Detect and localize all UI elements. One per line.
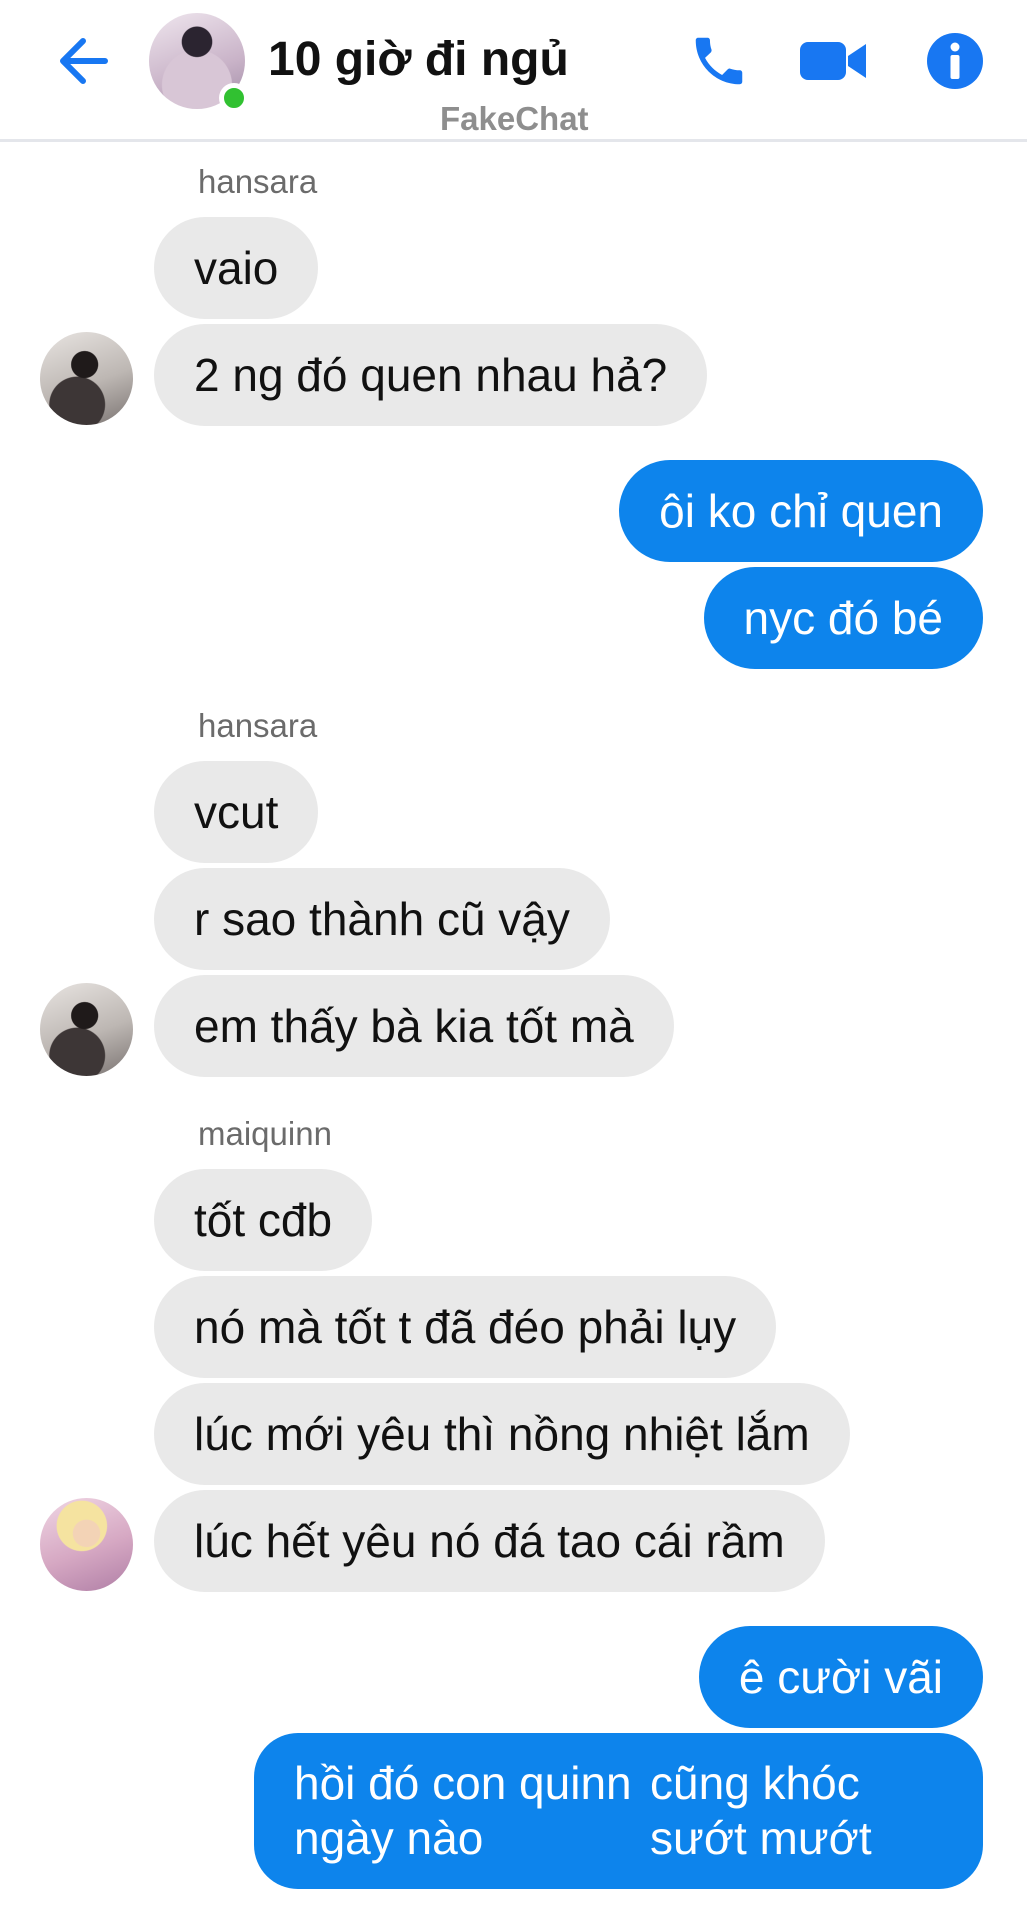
outgoing-message[interactable]: ê cười vãi — [698, 1626, 983, 1728]
sender-name: hansara — [198, 163, 318, 200]
outgoing-message[interactable]: hồi đó con quinn ngày nào cũng khóc sướt… — [254, 1733, 983, 1889]
arrow-left-icon — [55, 33, 111, 94]
message-text-line: cũng khóc sướt mướt — [650, 1757, 872, 1864]
sender-avatar[interactable] — [40, 1498, 133, 1591]
outgoing-message[interactable]: nyc đó bé — [703, 567, 983, 669]
call-button[interactable] — [686, 30, 752, 96]
sender-name: maiquinn — [198, 1115, 332, 1152]
incoming-message[interactable]: tốt cđb — [154, 1169, 373, 1271]
chat-header: 10 giờ đi ngủ FakeChat — [0, 0, 1027, 142]
incoming-message[interactable]: lúc mới yêu thì nồng nhiệt lắm — [154, 1383, 850, 1485]
incoming-message[interactable]: r sao thành cũ vậy — [154, 868, 610, 970]
conversation-title[interactable]: 10 giờ đi ngủ — [268, 32, 569, 87]
video-call-button[interactable] — [800, 30, 866, 96]
sender-avatar[interactable] — [40, 332, 133, 425]
incoming-message[interactable]: nó mà tốt t đã đéo phải lụy — [154, 1276, 777, 1378]
watermark-label: FakeChat — [440, 100, 589, 137]
message-text-line: hồi đó con quinn ngày nào — [294, 1757, 632, 1864]
info-button[interactable] — [922, 30, 988, 96]
incoming-message[interactable]: vcut — [154, 761, 319, 863]
back-button[interactable] — [50, 30, 116, 96]
online-status-dot — [219, 83, 249, 113]
conversation-avatar[interactable] — [149, 13, 249, 113]
sender-avatar[interactable] — [40, 983, 133, 1076]
video-camera-icon — [798, 36, 868, 91]
sender-name: hansara — [198, 707, 318, 744]
phone-icon — [688, 30, 750, 97]
info-icon — [926, 32, 984, 95]
incoming-message[interactable]: 2 ng đó quen nhau hả? — [154, 324, 708, 426]
outgoing-message[interactable]: ôi ko chỉ quen — [619, 460, 983, 562]
incoming-message[interactable]: lúc hết yêu nó đá tao cái rầm — [154, 1490, 825, 1592]
incoming-message[interactable]: em thấy bà kia tốt mà — [154, 975, 674, 1077]
incoming-message[interactable]: vaio — [154, 217, 319, 319]
